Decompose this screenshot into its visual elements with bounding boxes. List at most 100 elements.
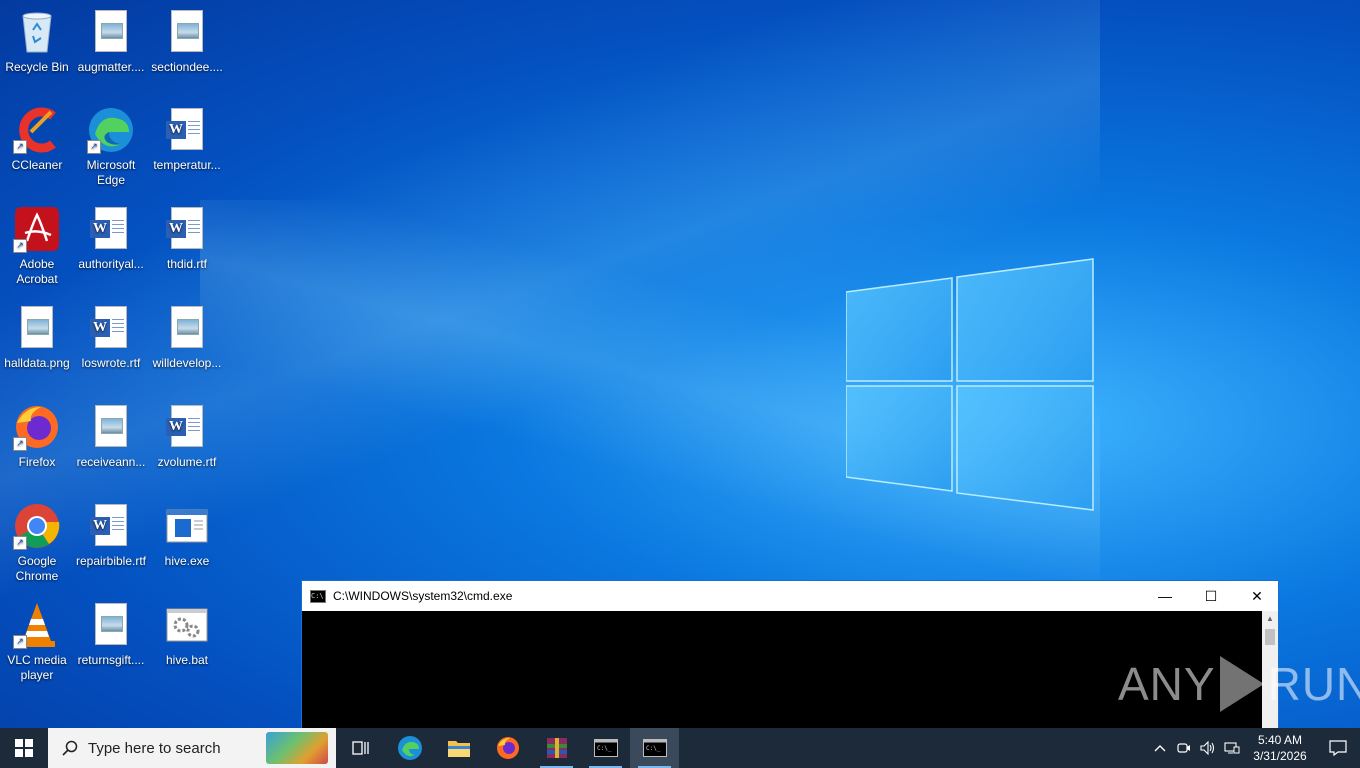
svg-text:C:\_: C:\_ — [646, 745, 661, 752]
word-doc-icon: W — [87, 502, 135, 550]
clock-date: 3/31/2026 — [1253, 749, 1307, 763]
cmd-app-icon: C:\ — [310, 589, 326, 603]
scroll-thumb[interactable] — [1265, 629, 1275, 645]
desktop-icon-label: Google Chrome — [15, 554, 59, 583]
desktop-icon-label: CCleaner — [11, 158, 63, 172]
desktop-icon[interactable]: ↗ VLC media player — [0, 601, 74, 683]
notification-center-button[interactable] — [1316, 728, 1360, 768]
close-button[interactable]: ✕ — [1234, 581, 1280, 611]
desktop-icon[interactable]: hive.bat — [150, 601, 224, 668]
cmd-title: C:\WINDOWS\system32\cmd.exe — [333, 589, 513, 603]
search-icon — [62, 740, 78, 756]
desktop-icon[interactable]: willdevelop... — [150, 304, 224, 371]
taskbar-firefox[interactable] — [483, 728, 532, 768]
desktop-icon[interactable]: Wtemperatur... — [150, 106, 224, 173]
ccleaner-icon: ↗ — [13, 106, 61, 154]
desktop-icon[interactable]: ↗ Microsoft Edge — [74, 106, 148, 188]
desktop-icon[interactable]: augmatter.... — [74, 8, 148, 75]
vlc-icon: ↗ — [13, 601, 61, 649]
watermark-play-icon — [1219, 656, 1264, 712]
desktop-icon-label: willdevelop... — [152, 356, 222, 370]
desktop-icon-label: returnsgift.... — [77, 653, 145, 667]
image-file-icon — [163, 304, 211, 352]
desktop-icon-label: thdid.rtf — [166, 257, 208, 271]
image-file-icon — [87, 403, 135, 451]
desktop-icon[interactable]: Wrepairbible.rtf — [74, 502, 148, 569]
minimize-button[interactable]: — — [1142, 581, 1188, 611]
bat-gear-icon — [163, 601, 211, 649]
desktop-icon[interactable]: ↗ Firefox — [0, 403, 74, 470]
cmd-titlebar[interactable]: C:\ C:\WINDOWS\system32\cmd.exe — ☐ ✕ — [302, 581, 1278, 611]
desktop-icon-label: Adobe Acrobat — [16, 257, 58, 286]
taskbar-clock[interactable]: 5:40 AM 3/31/2026 — [1244, 732, 1316, 764]
windows-logo-wallpaper — [846, 258, 1094, 511]
desktop-icon[interactable]: ↗ CCleaner — [0, 106, 74, 173]
desktop-icon[interactable]: Recycle Bin — [0, 8, 74, 75]
recycle-bin-icon — [13, 8, 61, 56]
volume-icon[interactable] — [1196, 728, 1220, 768]
watermark-right: RUN — [1267, 658, 1360, 710]
desktop-icon[interactable]: Wauthorityal... — [74, 205, 148, 272]
desktop-icon-label: receiveann... — [76, 455, 146, 469]
meet-now-icon[interactable] — [1172, 728, 1196, 768]
cmd-icon: C:\_ — [593, 739, 618, 757]
desktop-icon[interactable]: hive.exe — [150, 502, 224, 569]
taskbar-cmd-active[interactable]: C:\_ — [630, 728, 679, 768]
desktop-icon-label: Firefox — [18, 455, 56, 469]
chrome-icon: ↗ — [13, 502, 61, 550]
clock-time: 5:40 AM — [1257, 733, 1303, 747]
desktop-icon-label: halldata.png — [4, 356, 70, 370]
maximize-button[interactable]: ☐ — [1188, 581, 1234, 611]
anyrun-watermark: ANY RUN — [1118, 656, 1360, 712]
word-doc-icon: W — [163, 205, 211, 253]
taskbar: Type here to search C:\_ C:\_ 5:40 AM 3/… — [0, 728, 1360, 768]
desktop-icon[interactable]: ↗ Google Chrome — [0, 502, 74, 584]
scroll-up-icon[interactable]: ▲ — [1262, 611, 1278, 627]
start-button[interactable] — [0, 728, 48, 768]
shortcut-arrow-icon: ↗ — [13, 437, 27, 451]
desktop-icon-label: hive.exe — [164, 554, 210, 568]
desktop-icon-label: repairbible.rtf — [75, 554, 147, 568]
taskbar-file-explorer[interactable] — [434, 728, 483, 768]
task-view-icon — [351, 741, 369, 755]
desktop-icon[interactable]: ↗ Adobe Acrobat — [0, 205, 74, 287]
network-icon[interactable] — [1220, 728, 1244, 768]
desktop-icon-label: temperatur... — [153, 158, 221, 172]
firefox-icon — [496, 737, 519, 759]
taskbar-cmd[interactable]: C:\_ — [581, 728, 630, 768]
image-file-icon — [87, 8, 135, 56]
desktop-icon-label: zvolume.rtf — [157, 455, 217, 469]
desktop-icon-label: authorityal... — [78, 257, 144, 271]
desktop-icon-label: augmatter.... — [77, 60, 145, 74]
desktop-icon[interactable]: returnsgift.... — [74, 601, 148, 668]
taskbar-winrar[interactable] — [532, 728, 581, 768]
desktop-icon[interactable]: Wloswrote.rtf — [74, 304, 148, 371]
desktop-icon[interactable]: halldata.png — [0, 304, 74, 371]
shortcut-arrow-icon: ↗ — [13, 239, 27, 253]
folder-icon — [447, 741, 470, 757]
word-doc-icon: W — [163, 403, 211, 451]
desktop-icon[interactable]: receiveann... — [74, 403, 148, 470]
word-doc-icon: W — [87, 304, 135, 352]
desktop-icon[interactable]: sectiondee.... — [150, 8, 224, 75]
desktop-icon-label: VLC media player — [7, 653, 67, 682]
desktop-icon-label: Microsoft Edge — [86, 158, 136, 187]
edge-icon: ↗ — [87, 106, 135, 154]
word-doc-icon: W — [87, 205, 135, 253]
taskbar-edge[interactable] — [385, 728, 434, 768]
desktop-icon-label: sectiondee.... — [151, 60, 223, 74]
edge-icon — [397, 736, 422, 760]
shortcut-arrow-icon: ↗ — [13, 635, 27, 649]
windows-start-icon — [15, 739, 33, 757]
cmd-icon: C:\_ — [642, 739, 667, 757]
shortcut-arrow-icon: ↗ — [13, 536, 27, 550]
task-view-button[interactable] — [336, 728, 385, 768]
desktop-icon-label: hive.bat — [165, 653, 209, 667]
desktop-icon[interactable]: Wthdid.rtf — [150, 205, 224, 272]
image-file-icon — [87, 601, 135, 649]
taskbar-search-box[interactable]: Type here to search — [48, 728, 336, 768]
search-placeholder: Type here to search — [88, 739, 221, 757]
desktop-icon[interactable]: Wzvolume.rtf — [150, 403, 224, 470]
tray-overflow-chevron-icon[interactable] — [1148, 728, 1172, 768]
desktop-icon-label: loswrote.rtf — [81, 356, 141, 370]
